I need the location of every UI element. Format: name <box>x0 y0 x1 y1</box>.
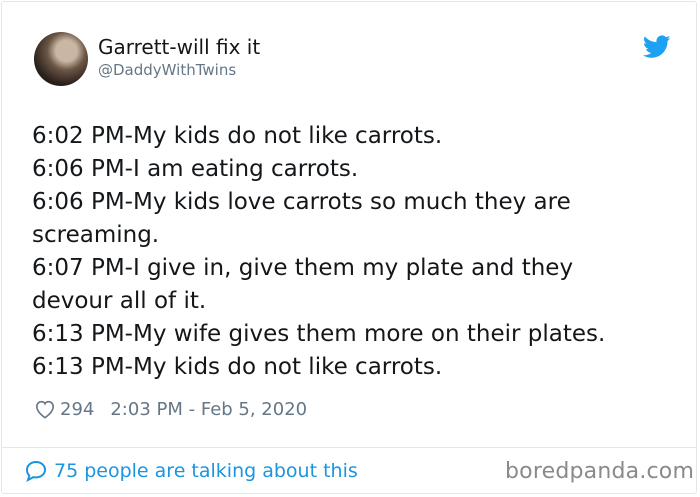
tweet-text: 6:02 PM-My kids do not like carrots. 6:0… <box>32 120 672 384</box>
conversation-count-text[interactable]: 75 people are talking about this <box>54 460 358 482</box>
tweet-line: 6:13 PM-My wife gives them more on their… <box>32 321 606 347</box>
heart-icon[interactable] <box>34 399 56 419</box>
divider <box>1 447 697 448</box>
tweet-line: 6:06 PM-My kids love carrots so much the… <box>32 189 571 215</box>
tweet-line: 6:07 PM-I give in, give them my plate an… <box>32 255 574 281</box>
author-handle[interactable]: @DaddyWithTwins <box>98 61 236 79</box>
tweet-meta: 294 2:03 PM - Feb 5, 2020 <box>34 398 307 420</box>
watermark: boredpanda.com <box>505 459 695 484</box>
tweet-line: 6:13 PM-My kids do not like carrots. <box>32 354 443 380</box>
conversation-link[interactable]: 75 people are talking about this <box>24 459 358 483</box>
speech-bubble-icon <box>25 460 47 483</box>
tweet-line: devour all of it. <box>32 288 207 314</box>
tweet-timestamp[interactable]: 2:03 PM - Feb 5, 2020 <box>110 399 307 420</box>
twitter-bird-icon[interactable] <box>643 35 671 59</box>
tweet-line: screaming. <box>32 222 160 248</box>
like-count[interactable]: 294 <box>60 399 94 420</box>
tweet-line: 6:06 PM-I am eating carrots. <box>32 156 359 182</box>
author-display-name[interactable]: Garrett-will fix it <box>98 35 260 59</box>
tweet-line: 6:02 PM-My kids do not like carrots. <box>32 123 443 149</box>
avatar[interactable] <box>34 32 88 86</box>
